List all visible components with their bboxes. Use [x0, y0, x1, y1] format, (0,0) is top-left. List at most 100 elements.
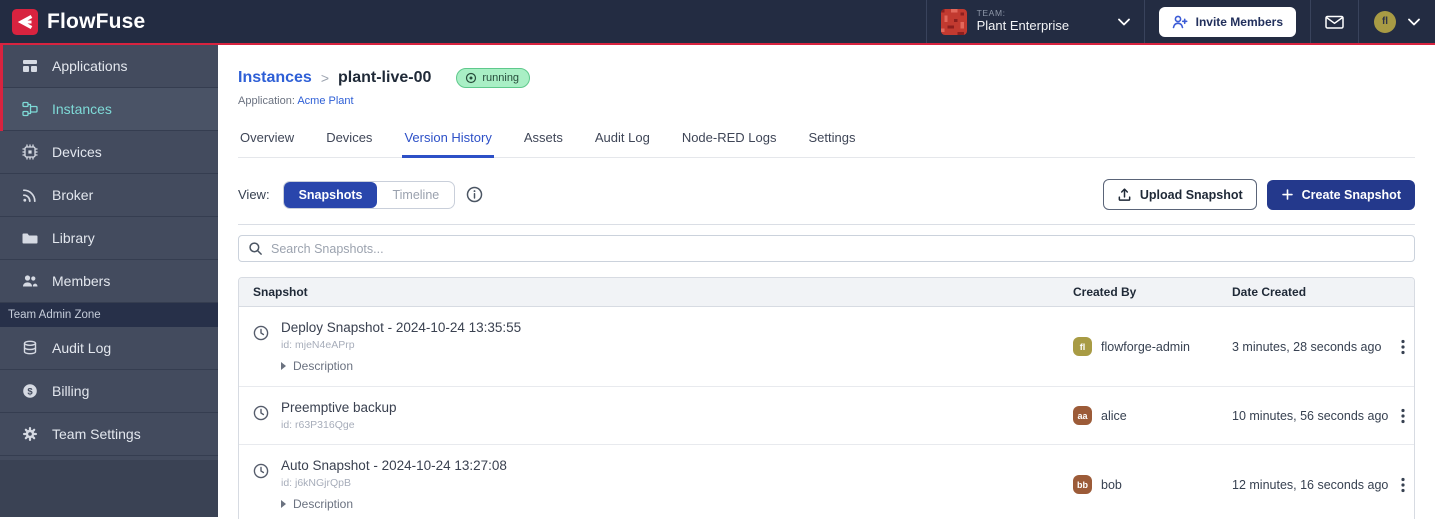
sidebar-item-billing[interactable]: $ Billing [0, 370, 218, 413]
description-toggle[interactable]: Description [281, 359, 521, 373]
creator-avatar: bb [1073, 475, 1092, 494]
sidebar-item-members[interactable]: Members [0, 260, 218, 303]
view-label: View: [238, 187, 270, 202]
upload-icon [1117, 187, 1132, 202]
creator-avatar: fl [1073, 337, 1092, 356]
search-icon [248, 241, 263, 256]
description-label: Description [293, 497, 353, 511]
search-input[interactable] [271, 242, 1405, 256]
sidebar-item-label: Library [52, 230, 95, 246]
table-header: Snapshot Created By Date Created [239, 278, 1414, 307]
snapshot-id: id: j6kNGjrQpB [281, 477, 507, 489]
database-icon [22, 340, 38, 356]
user-avatar: fl [1374, 11, 1396, 33]
kebab-menu-icon[interactable] [1397, 404, 1409, 428]
creator-name: flowforge-admin [1101, 340, 1190, 354]
status-label: running [482, 72, 519, 84]
tab-bar: Overview Devices Version History Assets … [238, 123, 1415, 158]
invite-members-label: Invite Members [1196, 15, 1283, 29]
date-created: 10 minutes, 56 seconds ago [1232, 409, 1391, 423]
upload-snapshot-button[interactable]: Upload Snapshot [1103, 179, 1257, 210]
snapshot-id: id: mjeN4eAPrp [281, 339, 521, 351]
tab-node-red-logs[interactable]: Node-RED Logs [680, 123, 779, 157]
table-row: Deploy Snapshot - 2024-10-24 13:35:55 id… [239, 307, 1414, 387]
sidebar-item-label: Applications [52, 58, 128, 74]
tab-audit-log[interactable]: Audit Log [593, 123, 652, 157]
dollar-icon: $ [22, 383, 38, 399]
page-title: plant-live-00 [338, 69, 431, 87]
sidebar: Applications Instances De [0, 45, 218, 517]
info-icon[interactable] [466, 186, 483, 203]
top-navbar: FlowFuse TEAM: Plant Enterprise [0, 0, 1435, 45]
tab-assets[interactable]: Assets [522, 123, 565, 157]
tab-overview[interactable]: Overview [238, 123, 296, 157]
sidebar-item-label: Devices [52, 144, 102, 160]
status-dot-icon [465, 72, 477, 84]
sidebar-item-library[interactable]: Library [0, 217, 218, 260]
broadcast-icon [22, 187, 38, 203]
applications-icon [22, 58, 38, 74]
flowfuse-logo[interactable]: FlowFuse [0, 9, 145, 35]
user-menu[interactable]: fl [1358, 0, 1435, 43]
chip-icon [22, 144, 38, 160]
view-toggle-snapshots[interactable]: Snapshots [284, 182, 378, 208]
tab-version-history[interactable]: Version History [402, 123, 493, 158]
tab-devices[interactable]: Devices [324, 123, 374, 157]
application-link[interactable]: Acme Plant [297, 95, 353, 107]
sidebar-item-label: Broker [52, 187, 93, 203]
plus-icon [1281, 188, 1294, 201]
team-name: Plant Enterprise [977, 19, 1108, 34]
invite-members-button[interactable]: Invite Members [1159, 7, 1296, 37]
view-toggle: Snapshots Timeline [283, 181, 456, 209]
view-toggle-timeline[interactable]: Timeline [377, 182, 454, 208]
creator-name: alice [1101, 409, 1127, 423]
table-row: Auto Snapshot - 2024-10-24 13:27:08 id: … [239, 445, 1414, 519]
description-toggle[interactable]: Description [281, 497, 507, 511]
team-selector[interactable]: TEAM: Plant Enterprise [926, 0, 1144, 43]
view-toolbar: View: Snapshots Timeline Upload Snapshot [238, 179, 1415, 225]
date-created: 3 minutes, 28 seconds ago [1232, 340, 1391, 354]
description-label: Description [293, 359, 353, 373]
sidebar-accent-strip [0, 45, 3, 131]
brand-name: FlowFuse [47, 10, 145, 34]
person-plus-icon [1172, 14, 1188, 30]
snapshot-title: Deploy Snapshot - 2024-10-24 13:35:55 [281, 320, 521, 335]
column-header-created-by: Created By [1073, 278, 1232, 306]
creator-name: bob [1101, 478, 1122, 492]
create-snapshot-button[interactable]: Create Snapshot [1267, 180, 1415, 210]
date-created: 12 minutes, 16 seconds ago [1232, 478, 1391, 492]
tab-settings[interactable]: Settings [806, 123, 857, 157]
chevron-down-icon [1118, 18, 1130, 26]
users-icon [22, 273, 38, 289]
table-row: Preemptive backup id: r63P316Qge aa alic… [239, 387, 1414, 445]
snapshot-title: Auto Snapshot - 2024-10-24 13:27:08 [281, 458, 507, 473]
breadcrumb: Instances > plant-live-00 running [238, 68, 1415, 88]
sidebar-item-devices[interactable]: Devices [0, 131, 218, 174]
svg-text:$: $ [27, 386, 33, 397]
application-label: Application: [238, 95, 295, 107]
breadcrumb-separator: > [321, 70, 329, 86]
sidebar-item-team-settings[interactable]: Team Settings [0, 413, 218, 456]
breadcrumb-instances-link[interactable]: Instances [238, 69, 312, 87]
sidebar-item-broker[interactable]: Broker [0, 174, 218, 217]
clock-icon [253, 405, 269, 421]
kebab-menu-icon[interactable] [1397, 335, 1409, 359]
clock-icon [253, 463, 269, 479]
notifications-button[interactable] [1310, 0, 1358, 43]
sidebar-item-applications[interactable]: Applications [0, 45, 218, 88]
gear-icon [22, 426, 38, 442]
sidebar-item-label: Team Settings [52, 426, 141, 442]
triangle-right-icon [281, 362, 286, 370]
sidebar-item-audit-log[interactable]: Audit Log [0, 327, 218, 370]
sidebar-item-label: Billing [52, 383, 89, 399]
instances-icon [22, 101, 38, 117]
sidebar-item-label: Instances [52, 101, 112, 117]
team-avatar [941, 9, 967, 35]
clock-icon [253, 325, 269, 341]
sidebar-item-instances[interactable]: Instances [0, 88, 218, 131]
flowfuse-logo-icon [12, 9, 38, 35]
kebab-menu-icon[interactable] [1397, 473, 1409, 497]
snapshot-title: Preemptive backup [281, 400, 397, 415]
upload-snapshot-label: Upload Snapshot [1140, 188, 1243, 202]
sidebar-bottom-panel [0, 460, 218, 517]
